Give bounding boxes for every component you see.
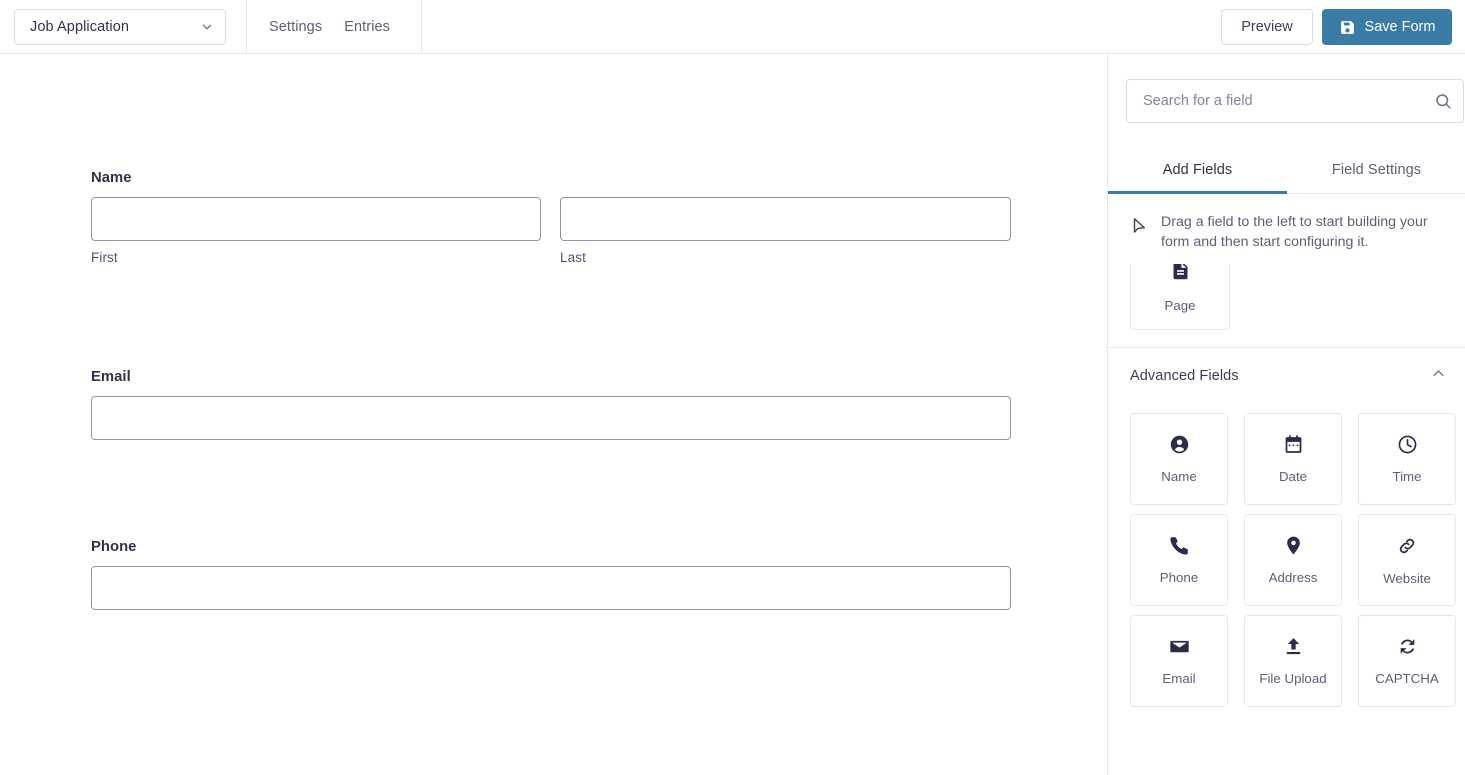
search-input[interactable]	[1126, 79, 1464, 123]
field-card-label: Website	[1383, 570, 1431, 586]
name-first-input[interactable]	[91, 197, 541, 241]
name-last-input[interactable]	[560, 197, 1011, 241]
field-card-label: File Upload	[1259, 671, 1327, 686]
search-icon[interactable]	[1434, 92, 1452, 110]
form-field-email[interactable]: Email	[91, 369, 1011, 440]
field-label: Phone	[91, 539, 137, 555]
field-card-label: Address	[1268, 570, 1318, 585]
search-field-wrapper	[1126, 79, 1464, 123]
nav-link-entries[interactable]: Entries	[344, 19, 390, 35]
refresh-captcha-icon	[1397, 636, 1418, 657]
link-icon	[1396, 535, 1418, 557]
drag-hint-text: Drag a field to the left to start buildi…	[1161, 214, 1428, 250]
clock-icon	[1397, 434, 1418, 455]
chevron-up-icon[interactable]	[1431, 366, 1446, 386]
email-input[interactable]	[91, 396, 1011, 440]
field-card-time[interactable]: Time	[1358, 413, 1456, 505]
field-card-label: CAPTCHA	[1375, 671, 1439, 686]
field-card-label: Date	[1278, 469, 1308, 484]
preview-button[interactable]: Preview	[1221, 9, 1313, 45]
partial-field-row: Page	[1108, 264, 1465, 330]
field-card-label: Email	[1162, 671, 1196, 686]
partial-field-clip: Page	[1130, 264, 1444, 330]
tab-add-fields[interactable]: Add Fields	[1108, 147, 1287, 194]
save-form-label: Save Form	[1364, 19, 1436, 35]
form-field-name[interactable]: Name First Last	[91, 170, 1011, 265]
sidebar-tabs: Add Fields Field Settings	[1108, 147, 1465, 194]
field-card-label: Name	[1161, 469, 1197, 484]
field-card-label: Time	[1392, 469, 1422, 484]
form-canvas[interactable]: Name First Last Email Phone	[0, 54, 1107, 775]
envelope-icon	[1169, 636, 1190, 657]
field-label: Email	[91, 369, 131, 385]
section-title: Advanced Fields	[1130, 368, 1239, 384]
field-card-label: Page	[1164, 297, 1196, 313]
fields-sidebar: Add Fields Field Settings Drag a field t…	[1107, 54, 1465, 775]
section-header-advanced-fields[interactable]: Advanced Fields	[1108, 348, 1465, 386]
field-card-label: Phone	[1159, 570, 1199, 585]
calendar-icon	[1283, 434, 1304, 455]
form-selector-value: Job Application	[30, 19, 130, 35]
field-card-captcha[interactable]: CAPTCHA	[1358, 615, 1456, 707]
chevron-down-icon	[200, 20, 214, 34]
map-pin-icon	[1283, 535, 1304, 556]
field-label: Name	[91, 170, 132, 186]
field-card-phone[interactable]: Phone	[1130, 514, 1228, 606]
person-circle-icon	[1169, 434, 1190, 455]
phone-input[interactable]	[91, 566, 1011, 610]
name-last-sublabel: Last	[560, 250, 586, 265]
form-builder-app: Job Application Settings Entries Preview…	[0, 0, 1465, 775]
field-card-date[interactable]: Date	[1244, 413, 1342, 505]
form-field-phone[interactable]: Phone	[91, 539, 1011, 610]
name-subfields-row: First Last	[91, 197, 1011, 265]
page-document-icon	[1170, 264, 1191, 286]
fields-panel-scroll[interactable]: Drag a field to the left to start buildi…	[1108, 194, 1465, 775]
name-last-group: Last	[560, 197, 1011, 265]
field-card-page[interactable]: Page	[1130, 264, 1230, 330]
save-form-button[interactable]: Save Form	[1322, 9, 1452, 45]
tab-field-settings[interactable]: Field Settings	[1287, 147, 1465, 193]
cursor-arrow-icon	[1130, 216, 1148, 241]
advanced-fields-grid: Name Date Time Phone Address Website Ema…	[1108, 386, 1465, 707]
field-card-website[interactable]: Website	[1358, 514, 1456, 606]
phone-icon	[1169, 535, 1190, 556]
upload-icon	[1283, 636, 1304, 657]
field-card-file-upload[interactable]: File Upload	[1244, 615, 1342, 707]
field-card-email[interactable]: Email	[1130, 615, 1228, 707]
field-card-address[interactable]: Address	[1244, 514, 1342, 606]
field-card-name[interactable]: Name	[1130, 413, 1228, 505]
floppy-disk-icon	[1339, 19, 1356, 36]
drag-hint: Drag a field to the left to start buildi…	[1108, 194, 1465, 252]
toolbar-divider-right	[421, 0, 422, 54]
name-first-sublabel: First	[91, 250, 118, 265]
toolbar-nav: Settings Entries	[247, 0, 390, 54]
nav-link-settings[interactable]: Settings	[269, 19, 322, 35]
top-toolbar: Job Application Settings Entries Preview…	[0, 0, 1465, 54]
name-first-group: First	[91, 197, 541, 265]
form-selector-dropdown[interactable]: Job Application	[14, 9, 226, 45]
